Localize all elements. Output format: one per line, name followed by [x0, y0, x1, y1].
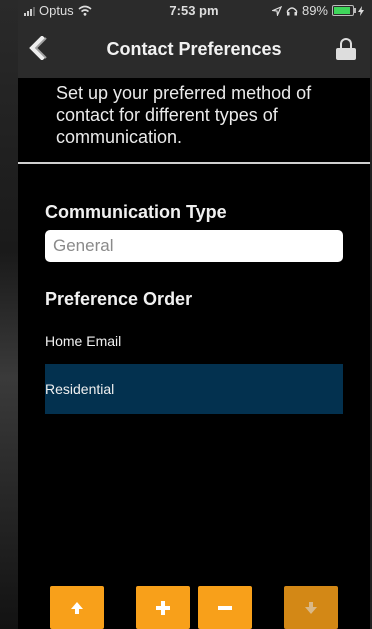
charging-bolt-icon [358, 5, 364, 16]
status-right: 89% [271, 3, 364, 18]
location-arrow-icon [271, 5, 282, 16]
status-bar: Optus 7:53 pm 89% [18, 0, 370, 20]
communication-type-field[interactable]: General [45, 230, 343, 262]
battery-icon [332, 5, 356, 16]
page-title: Contact Preferences [106, 39, 282, 59]
arrow-down-icon [305, 601, 317, 614]
preference-item-home-email[interactable]: Home Email [45, 316, 343, 366]
preference-item-residential[interactable]: Residential [45, 364, 343, 414]
intro-text: Set up your preferred method of contact … [56, 83, 312, 147]
app-screen: Optus 7:53 pm 89% Contact Preferences Se… [18, 0, 370, 629]
nav-bar: Contact Preferences [18, 20, 370, 78]
communication-type-label: Communication Type [45, 202, 227, 222]
battery-percent: 89% [301, 3, 328, 18]
arrow-up-icon [71, 601, 83, 614]
add-button[interactable] [136, 586, 190, 629]
minus-icon [218, 605, 232, 610]
move-down-button[interactable] [284, 586, 338, 629]
preference-order-label: Preference Order [45, 289, 193, 309]
headphones-icon [286, 6, 298, 15]
plus-icon [156, 600, 170, 615]
device-edge-left [0, 0, 18, 629]
lock-button[interactable] [336, 38, 356, 60]
move-up-button[interactable] [50, 586, 104, 629]
section-divider [18, 162, 370, 164]
remove-button[interactable] [198, 586, 252, 629]
